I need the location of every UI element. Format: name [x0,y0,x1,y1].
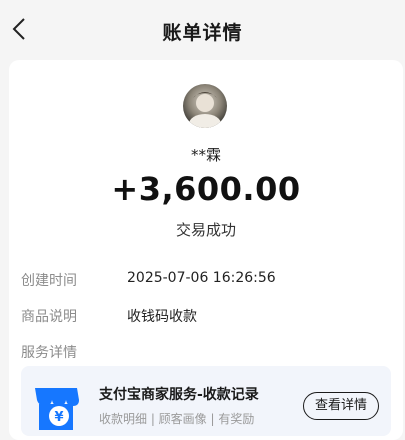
top-bar: 账单详情 [0,0,405,58]
service-title: 支付宝商家服务-收款记录 [99,387,259,403]
svg-text:¥: ¥ [54,410,63,425]
service-subtitle: 收款明细 | 顾客画像 | 有奖励 [99,412,255,426]
transaction-amount: +3,600.00 [111,170,301,208]
created-time-value: 2025-07-06 16:26:56 [127,270,276,286]
page-title: 账单详情 [162,22,243,44]
merchant-service-card[interactable]: ¥ 支付宝商家服务-收款记录 收款明细 | 顾客画像 | 有奖励 查看详情 [21,366,391,436]
merchant-store-icon: ¥ [31,382,81,432]
avatar[interactable] [183,84,227,128]
bill-detail-card: **霖 +3,600.00 交易成功 创建时间 2025-07-06 16:26… [9,60,403,440]
transaction-status: 交易成功 [175,221,236,239]
payer-name: **霖 [190,146,221,164]
product-desc-value: 收钱码收款 [127,309,197,325]
view-details-button[interactable]: 查看详情 [303,392,379,420]
service-detail-label: 服务详情 [21,345,77,361]
created-time-label: 创建时间 [21,273,77,289]
product-desc-label: 商品说明 [21,309,77,325]
